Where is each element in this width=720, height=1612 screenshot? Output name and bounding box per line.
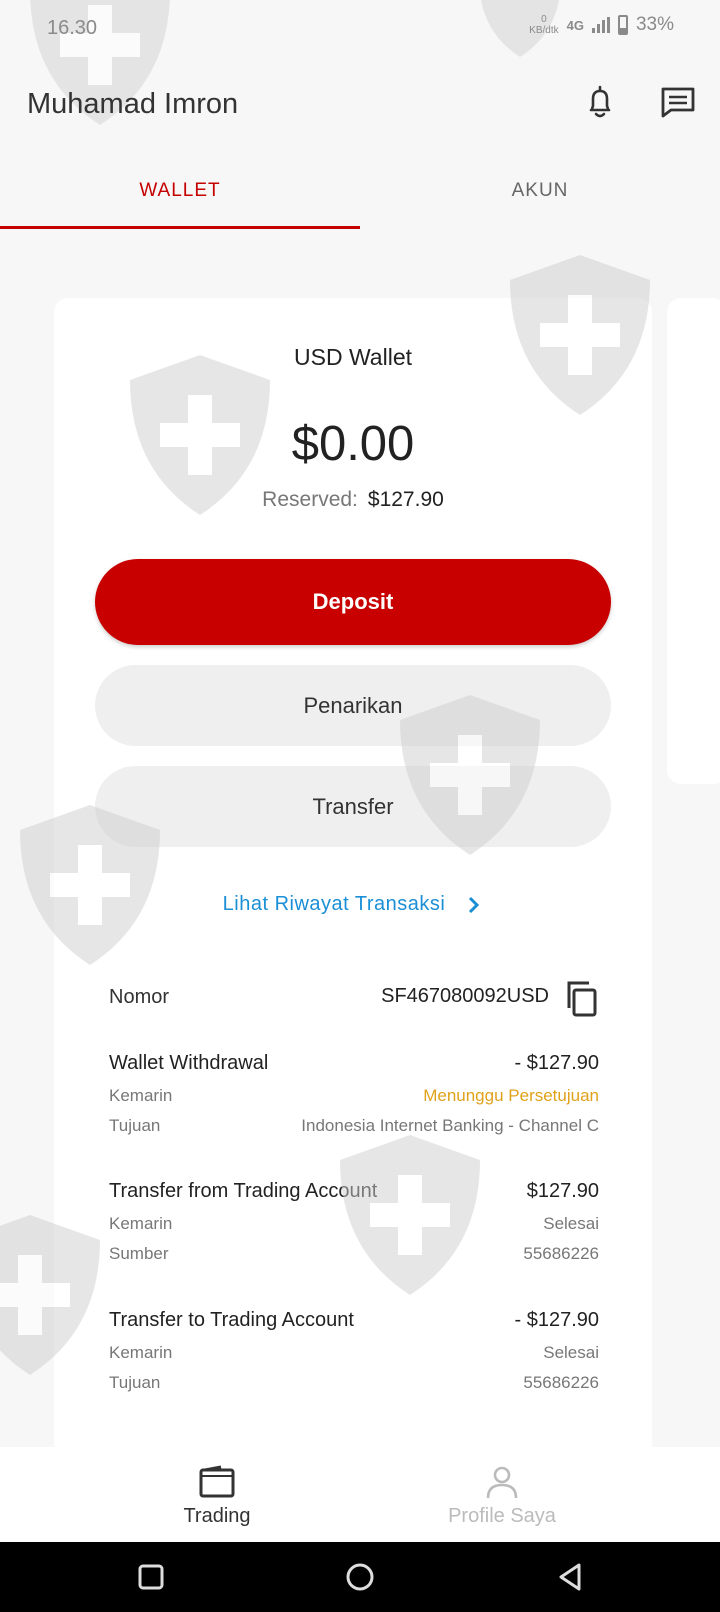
- wallet-balance: $0.00: [291, 417, 415, 471]
- transaction-status: Menunggu Persetujuan: [423, 1086, 599, 1105]
- transaction-detail-value: 55686226: [523, 1373, 599, 1392]
- history-link-label: Lihat Riwayat Transaksi: [222, 893, 446, 915]
- signal-icon: [591, 17, 610, 33]
- transaction-amount: - $127.90: [514, 1052, 599, 1074]
- transaction-title: Wallet Withdrawal: [109, 1052, 269, 1074]
- home-button-icon[interactable]: [343, 1560, 377, 1594]
- transaction-date: Kemarin: [109, 1086, 173, 1105]
- reserved-value: $127.90: [367, 488, 444, 511]
- person-icon: [486, 1466, 518, 1499]
- deposit-button[interactable]: Deposit: [95, 559, 611, 645]
- transaction-item[interactable]: Transfer from Trading Account $127.90 Ke…: [109, 1180, 599, 1300]
- status-indicators: 0 KB/dtk 4G 33%: [529, 14, 674, 36]
- copy-icon[interactable]: [565, 980, 599, 1018]
- tab-akun[interactable]: AKUN: [360, 180, 720, 202]
- chevron-right-icon: [469, 896, 480, 913]
- tab-wallet[interactable]: WALLET: [0, 180, 360, 202]
- transaction-detail-label: Sumber: [109, 1244, 169, 1263]
- wallet-icon: [199, 1465, 235, 1498]
- transaction-date: Kemarin: [109, 1214, 173, 1233]
- transaction-status: Selesai: [543, 1214, 599, 1233]
- wallet-number-value: SF467080092USD: [381, 985, 549, 1007]
- back-button-icon[interactable]: [553, 1560, 587, 1594]
- data-rate: 0 KB/dtk: [529, 14, 558, 36]
- system-navigation-bar: [0, 1542, 720, 1612]
- network-type: 4G: [566, 17, 584, 33]
- nav-trading[interactable]: Trading: [117, 1465, 317, 1528]
- bottom-navigation: Trading Profile Saya: [0, 1447, 720, 1542]
- wallet-card: USD Wallet $0.00 Reserved: $127.90 Deposi…: [54, 298, 652, 1458]
- nav-trading-label: Trading: [183, 1505, 251, 1527]
- transaction-detail-label: Tujuan: [109, 1116, 161, 1135]
- transaction-amount: - $127.90: [514, 1309, 599, 1331]
- next-wallet-card[interactable]: [667, 298, 720, 784]
- nav-profile[interactable]: Profile Saya: [402, 1465, 602, 1528]
- status-time: 16.30: [47, 17, 98, 39]
- transaction-item[interactable]: Wallet Withdrawal - $127.90 Kemarin Menu…: [109, 1052, 599, 1172]
- wallet-number-row: Nomor SF467080092USD: [109, 980, 599, 1020]
- message-icon[interactable]: [658, 82, 698, 122]
- transaction-detail-value: 55686226: [523, 1244, 599, 1263]
- wallet-title: USD Wallet: [294, 344, 412, 370]
- nav-profile-label: Profile Saya: [448, 1505, 556, 1527]
- battery-icon: [617, 15, 628, 35]
- active-tab-indicator: [0, 226, 360, 229]
- data-rate-value: 0: [541, 14, 547, 25]
- recents-button-icon[interactable]: [134, 1560, 168, 1594]
- transaction-detail-label: Tujuan: [109, 1373, 161, 1392]
- transaction-status: Selesai: [543, 1343, 599, 1362]
- transaction-title: Transfer from Trading Account: [109, 1180, 378, 1202]
- transaction-history-link[interactable]: Lihat Riwayat Transaksi: [54, 893, 652, 916]
- transaction-title: Transfer to Trading Account: [109, 1309, 354, 1331]
- transaction-detail-value: Indonesia Internet Banking - Channel C: [301, 1116, 599, 1135]
- withdraw-button[interactable]: Penarikan: [95, 665, 611, 746]
- transaction-item[interactable]: Transfer to Trading Account - $127.90 Ke…: [109, 1309, 599, 1429]
- app-header: Muhamad Imron: [0, 60, 720, 144]
- transfer-button[interactable]: Transfer: [95, 766, 611, 847]
- wallet-number-label: Nomor: [109, 986, 170, 1008]
- bell-icon[interactable]: [580, 82, 620, 122]
- data-rate-unit: KB/dtk: [529, 25, 559, 36]
- status-bar: 16.30 0 KB/dtk 4G 33%: [0, 0, 720, 56]
- reserved-amount: Reserved: $127.90: [54, 488, 652, 512]
- user-name: Muhamad Imron: [27, 88, 239, 120]
- reserved-label: Reserved:: [262, 488, 358, 511]
- battery-percent: 33%: [635, 14, 674, 35]
- tab-bar: WALLET AKUN: [0, 170, 720, 230]
- transaction-date: Kemarin: [109, 1343, 173, 1362]
- transaction-amount: $127.90: [526, 1180, 599, 1202]
